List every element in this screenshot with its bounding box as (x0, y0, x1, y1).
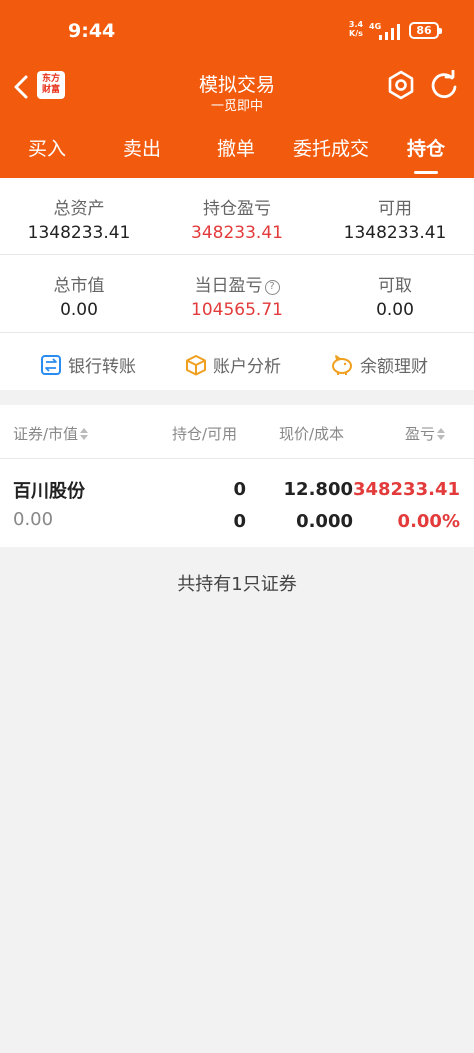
header-price: 现价/成本 (279, 425, 345, 443)
holding-qty: 0 (233, 479, 246, 500)
sort-icon (437, 428, 446, 440)
header-holding: 持仓/可用 (172, 425, 238, 443)
header-security[interactable]: 证券/市值 (13, 423, 89, 444)
header-pl[interactable]: 盈亏 (405, 423, 446, 444)
balance-finance-button[interactable]: 余额理财 (330, 352, 428, 377)
refresh-icon[interactable] (428, 70, 460, 100)
sort-icon (80, 428, 89, 440)
account-summary: 总资产 1348233.41 持仓盈亏 348233.41 可用 1348233… (0, 178, 474, 390)
net-speed: 3.4 K/s (348, 20, 364, 38)
battery-icon: 86 (409, 22, 442, 39)
bank-transfer-button[interactable]: 银行转账 (40, 352, 136, 377)
current-price: 12.800 (283, 479, 353, 500)
tab-orders[interactable]: 委托成交 (293, 134, 369, 161)
stock-name: 百川股份 (13, 481, 85, 502)
available-funds: 可用 1348233.41 (343, 199, 447, 243)
tab-cancel[interactable]: 撤单 (217, 134, 255, 161)
cost-price: 0.000 (296, 511, 353, 532)
summary-divider (0, 254, 474, 255)
table-header-divider (0, 458, 474, 459)
status-bar: 9:44 3.4 K/s 4G 86 (0, 0, 474, 60)
position-pl-percent: 0.00% (397, 511, 460, 532)
total-assets: 总资产 1348233.41 (27, 199, 131, 243)
signal-icon (379, 24, 400, 40)
help-icon[interactable]: ? (264, 280, 280, 295)
position-pl: 持仓盈亏 348233.41 (191, 199, 283, 243)
available-qty: 0 (233, 511, 246, 532)
app-header: 9:44 3.4 K/s 4G 86 东方 财富 模拟交易 一觅即中 买入 卖出… (0, 0, 474, 178)
gear-icon[interactable] (386, 70, 416, 100)
positions-table: 证券/市值 持仓/可用 现价/成本 盈亏 百川股份 0.00 0 0 12.80… (0, 405, 474, 547)
actions-divider (0, 332, 474, 333)
status-time: 9:44 (68, 20, 116, 42)
box-icon (186, 355, 206, 376)
stock-market-value: 0.00 (13, 509, 54, 530)
trade-tabs: 买入 卖出 撤单 委托成交 持仓 (0, 128, 474, 178)
holdings-count-note: 共持有1只证券 (177, 574, 297, 595)
piggy-bank-icon (332, 355, 352, 375)
bank-transfer-icon (41, 355, 61, 375)
market-value: 总市值 0.00 (53, 276, 105, 320)
daily-pl: 当日盈亏? 104565.71 (191, 276, 283, 320)
tab-buy[interactable]: 买入 (28, 134, 66, 161)
tab-sell[interactable]: 卖出 (123, 134, 161, 161)
active-tab-indicator (414, 171, 438, 174)
account-analysis-button[interactable]: 账户分析 (185, 352, 281, 377)
withdrawable: 可取 0.00 (376, 276, 414, 320)
tab-positions[interactable]: 持仓 (407, 134, 445, 161)
position-pl-amount: 348233.41 (352, 479, 460, 500)
